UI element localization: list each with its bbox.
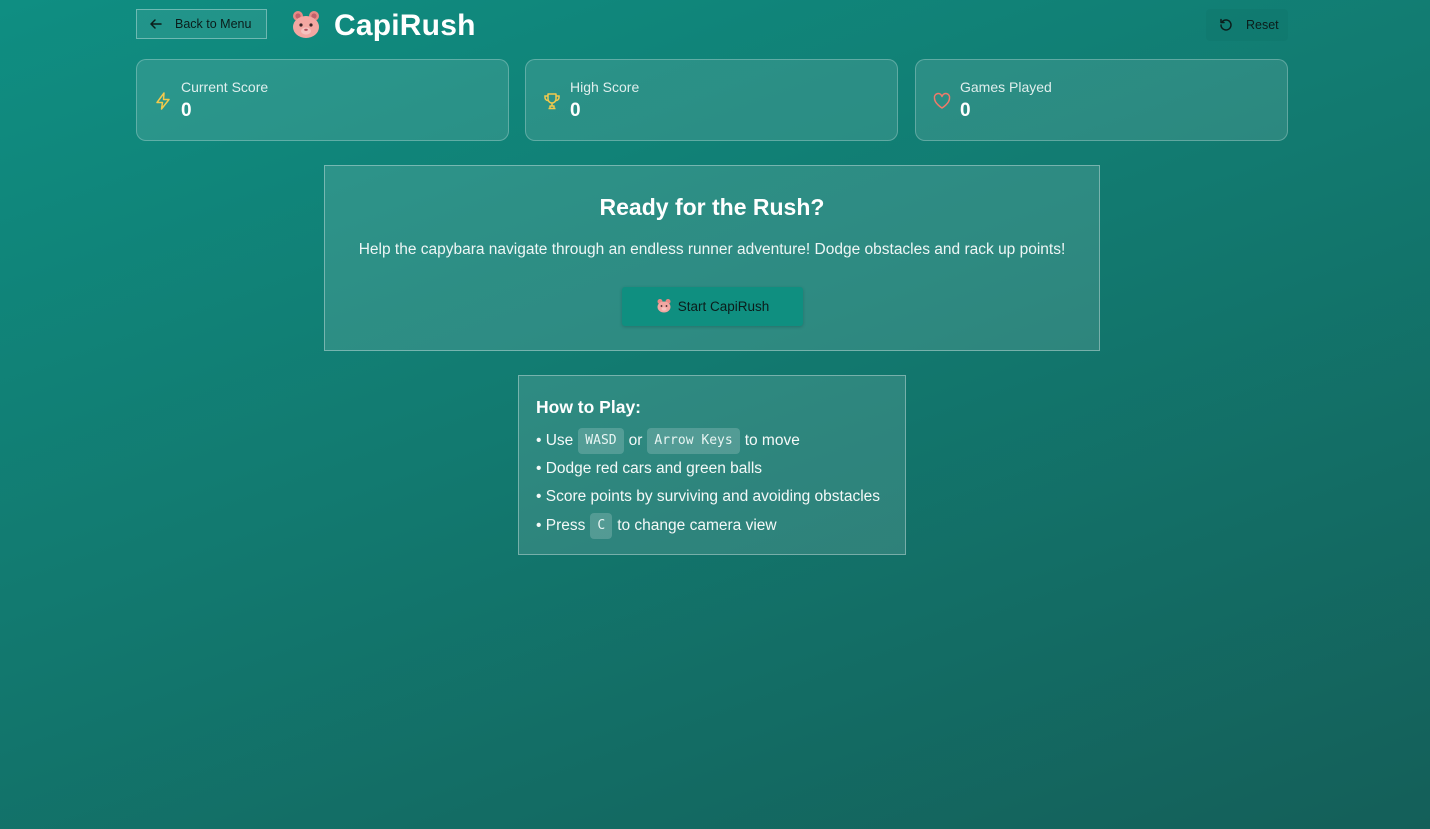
ready-description: Help the capybara navigate through an en… (358, 241, 1066, 258)
arrow-left-icon (150, 19, 162, 29)
brand: CapiRush (290, 8, 476, 44)
capybara-logo-icon (290, 9, 322, 44)
current-score-label: Current Score (181, 79, 269, 95)
trophy-icon (544, 93, 560, 110)
back-to-menu-button[interactable]: Back to Menu (136, 9, 267, 39)
high-score-value: 0 (570, 100, 581, 121)
instruction-score: • Score points by surviving and avoiding… (536, 488, 881, 505)
reset-label: Reset (1246, 18, 1279, 32)
instruction-move-prefix: • Use (536, 432, 574, 449)
high-score-card: High Score 0 (525, 59, 898, 141)
instruction-dodge: • Dodge red cars and green balls (536, 460, 763, 477)
ready-panel: Ready for the Rush? Help the capybara na… (324, 165, 1100, 351)
games-played-card: Games Played 0 (915, 59, 1288, 141)
current-score-card: Current Score 0 (136, 59, 509, 141)
key-c: C (590, 513, 613, 539)
reset-button[interactable]: Reset (1206, 9, 1288, 41)
current-score-value: 0 (181, 100, 192, 121)
instruction-camera-suffix: to change camera view (617, 517, 777, 534)
how-to-play-panel: How to Play: • Use WASD or Arrow Keys to… (518, 375, 906, 555)
instruction-move-or: or (628, 432, 643, 449)
start-game-button[interactable]: Start CapiRush (622, 287, 803, 326)
high-score-label: High Score (570, 79, 640, 95)
lightning-icon (156, 92, 170, 110)
instruction-move: • Use WASD or Arrow Keys to move (536, 428, 800, 454)
ready-title: Ready for the Rush? (599, 194, 825, 220)
back-to-menu-label: Back to Menu (175, 17, 252, 31)
instruction-camera-prefix: • Press (536, 517, 586, 534)
page-title: CapiRush (334, 9, 476, 42)
games-played-value: 0 (960, 100, 971, 121)
key-wasd: WASD (578, 428, 624, 454)
instruction-move-suffix: to move (744, 432, 800, 449)
instruction-camera: • Press C to change camera view (536, 513, 777, 539)
heart-icon (933, 92, 951, 109)
start-game-label: Start CapiRush (677, 299, 770, 314)
reset-icon (1220, 18, 1232, 31)
capybara-icon (656, 298, 672, 316)
key-arrow-keys: Arrow Keys (647, 428, 740, 454)
how-to-play-title: How to Play: (536, 397, 642, 417)
games-played-label: Games Played (960, 79, 1052, 95)
